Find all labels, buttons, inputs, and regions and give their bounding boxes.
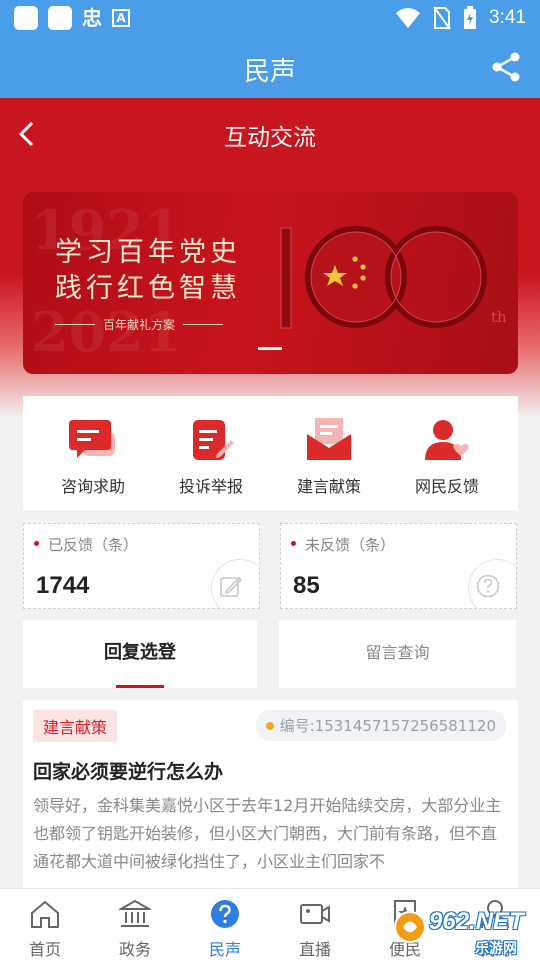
stat-value: 1744 (36, 572, 90, 599)
app-notification-icon: 忠 (82, 6, 102, 30)
message-id-badge: 编号:1531457157256581120 (255, 710, 506, 741)
video-camera-icon (300, 904, 330, 924)
action-consult-help[interactable]: 咨询求助 (43, 418, 143, 497)
stat-dot (291, 541, 296, 546)
nav-voice[interactable]: 民声 (180, 899, 270, 960)
accessibility-icon: A (112, 9, 130, 27)
app-title: 民声 (243, 57, 296, 87)
stat-label: 未反馈（条） (305, 536, 396, 554)
page-title: 互动交流 (224, 125, 316, 151)
wifi-icon (396, 8, 421, 28)
message-title: 回家必须要逆行怎么办 (33, 761, 224, 783)
message-body: 领导好，金科集美嘉悦小区于去年12月开始陆续交房，大部分业主也都领了钥匙开始装修… (33, 796, 502, 871)
category-tag: 建言献策 (33, 710, 118, 742)
government-building-icon (117, 899, 153, 927)
banner-carousel[interactable]: 1921 2021 学习百年党史 践行红色智慧 百年献礼方案 th (23, 192, 518, 374)
action-label: 投诉举报 (178, 477, 243, 496)
chat-bubble-icon (69, 420, 115, 458)
action-netizen-feedback[interactable]: 网民反馈 (397, 418, 497, 497)
envelope-icon (307, 418, 351, 460)
nav-label: 直播 (298, 940, 331, 959)
tab-label: 回复选登 (104, 642, 176, 663)
nav-label: 民声 (208, 940, 241, 959)
site-watermark: 962.NET 乐游网 (393, 908, 533, 957)
stat-unreplied: 未反馈（条） 85 (280, 523, 517, 609)
nav-home[interactable]: 首页 (0, 899, 90, 960)
report-document-icon (193, 420, 234, 460)
clock: 3:41 (489, 7, 526, 28)
tab-message-query[interactable]: 留言查询 (279, 620, 516, 688)
carousel-indicator (258, 347, 282, 350)
share-icon[interactable] (490, 51, 522, 83)
app-bar: 民声 (0, 36, 540, 98)
no-sim-icon (433, 6, 451, 30)
nav-government[interactable]: 政务 (90, 899, 180, 960)
banner-subtitle-text: 百年献礼方案 (103, 318, 176, 332)
user-heart-icon (425, 420, 469, 460)
edit-icon (220, 576, 243, 597)
status-dot (265, 721, 274, 730)
nav-label: 政务 (118, 940, 151, 959)
banner-headline-1: 学习百年党史 (55, 237, 241, 268)
banner-headline-2: 践行红色智慧 (55, 273, 241, 304)
banner-subtitle: 百年献礼方案 (55, 316, 224, 333)
notification-icon (14, 6, 38, 30)
action-label: 网民反馈 (414, 477, 479, 496)
watermark-text: 乐游网 (475, 941, 517, 957)
stat-replied: 已反馈（条） 1744 (23, 523, 260, 609)
quick-actions-panel: 咨询求助 投诉举报 建言献策 网民反馈 (23, 396, 518, 510)
action-complaint-report[interactable]: 投诉举报 (161, 418, 261, 497)
action-suggestions[interactable]: 建言献策 (279, 418, 379, 497)
message-id: 编号:1531457157256581120 (279, 717, 496, 735)
status-bar: 忠 A 3:41 (0, 0, 540, 36)
stat-dot (34, 541, 39, 546)
notification-icon (48, 6, 72, 30)
tab-replies-selected[interactable]: 回复选登 (23, 620, 257, 688)
action-label: 建言献策 (296, 477, 361, 496)
stat-label: 已反馈（条） (48, 536, 139, 554)
nav-live[interactable]: 直播 (270, 899, 360, 960)
banner-suffix: th (491, 308, 507, 326)
battery-charging-icon (464, 6, 477, 29)
question-circle-icon (211, 900, 239, 928)
tab-label: 留言查询 (365, 643, 430, 662)
question-icon (476, 574, 500, 598)
watermark-logo-icon (394, 911, 426, 943)
message-card[interactable]: 建言献策 编号:1531457157256581120 回家必须要逆行怎么办 领… (23, 700, 518, 900)
home-icon (31, 900, 59, 928)
action-label: 咨询求助 (60, 477, 125, 496)
tab-active-indicator (116, 685, 164, 688)
nav-label: 首页 (28, 940, 61, 959)
stat-value: 85 (293, 572, 320, 599)
watermark-brand: 962.NET (429, 908, 524, 935)
centenary-100-graphic: th (280, 226, 507, 329)
